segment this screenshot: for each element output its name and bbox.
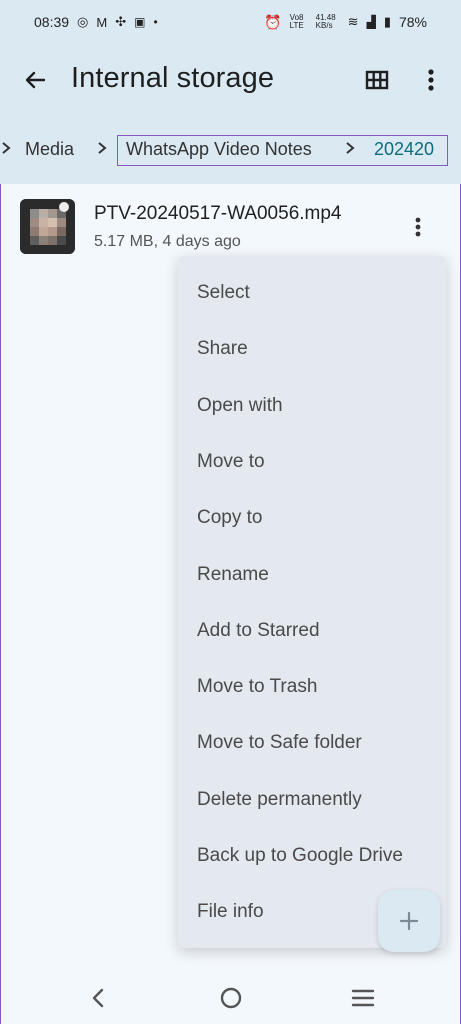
add-fab-button[interactable] <box>378 890 440 952</box>
status-time: 08:39 <box>34 14 70 30</box>
mail-icon: M <box>96 14 108 30</box>
plus-icon <box>399 911 419 931</box>
menu-item-share[interactable]: Share <box>178 321 446 377</box>
status-right: ⏰ Vo8 LTE 41.48 KB/s ≋ ▟ ▮ 78% <box>264 14 427 31</box>
menu-item-open-with[interactable]: Open with <box>178 378 446 434</box>
chevron-right-icon <box>96 140 110 156</box>
menu-item-delete-permanently[interactable]: Delete permanently <box>178 772 446 828</box>
pinwheel-icon: ✣ <box>115 14 127 29</box>
network-speed: 41.48 KB/s <box>315 13 336 30</box>
file-name: PTV-20240517-WA0056.mp4 <box>94 203 342 224</box>
more-vert-icon[interactable] <box>419 65 443 95</box>
whatsapp-icon: ◎ <box>77 14 89 29</box>
status-bar: 08:39 ◎ M ✣ ▣ • ⏰ Vo8 LTE 41.48 KB/s ≋ ▟… <box>0 0 461 44</box>
breadcrumb-highlight-frame <box>117 135 448 166</box>
network-type: Vo8 LTE <box>289 13 304 30</box>
menu-item-add-to-starred[interactable]: Add to Starred <box>178 603 446 659</box>
file-more-icon[interactable] <box>408 214 428 242</box>
menu-item-move-to-trash[interactable]: Move to Trash <box>178 659 446 715</box>
status-left: 08:39 ◎ M ✣ ▣ • <box>34 14 158 30</box>
menu-item-move-to-safe-folder[interactable]: Move to Safe folder <box>178 715 446 771</box>
menu-item-copy-to[interactable]: Copy to <box>178 490 446 546</box>
arrow-left-icon[interactable] <box>20 63 54 97</box>
signal-icon: ▟ <box>366 15 376 29</box>
menu-item-rename[interactable]: Rename <box>178 547 446 603</box>
dot-icon: • <box>153 15 158 29</box>
alarm-icon: ⏰ <box>264 13 282 30</box>
context-menu: Select Share Open with Move to Copy to R… <box>178 256 446 948</box>
grid-view-icon[interactable] <box>362 65 392 95</box>
battery-percent: 78% <box>398 14 427 30</box>
menu-item-select[interactable]: Select <box>178 265 446 321</box>
system-nav-bar <box>0 970 461 1024</box>
menu-item-back-up-to-google-drive[interactable]: Back up to Google Drive <box>178 828 446 884</box>
app-bar: Internal storage <box>0 44 461 118</box>
file-meta: 5.17 MB, 4 days ago <box>94 233 241 250</box>
nav-back-icon[interactable] <box>86 985 112 1011</box>
file-row[interactable]: PTV-20240517-WA0056.mp4 5.17 MB, 4 days … <box>0 184 461 264</box>
menu-item-move-to[interactable]: Move to <box>178 434 446 490</box>
recents-icon[interactable] <box>350 985 376 1011</box>
page-title: Internal storage <box>71 62 275 94</box>
breadcrumb-item-media[interactable]: Media <box>25 139 74 160</box>
wifi-icon: ≋ <box>347 14 359 29</box>
card-icon: ▣ <box>134 15 146 29</box>
home-icon[interactable] <box>218 985 244 1011</box>
video-thumbnail <box>20 199 75 254</box>
chevron-right-icon <box>0 140 14 156</box>
battery-icon: ▮ <box>383 14 391 29</box>
